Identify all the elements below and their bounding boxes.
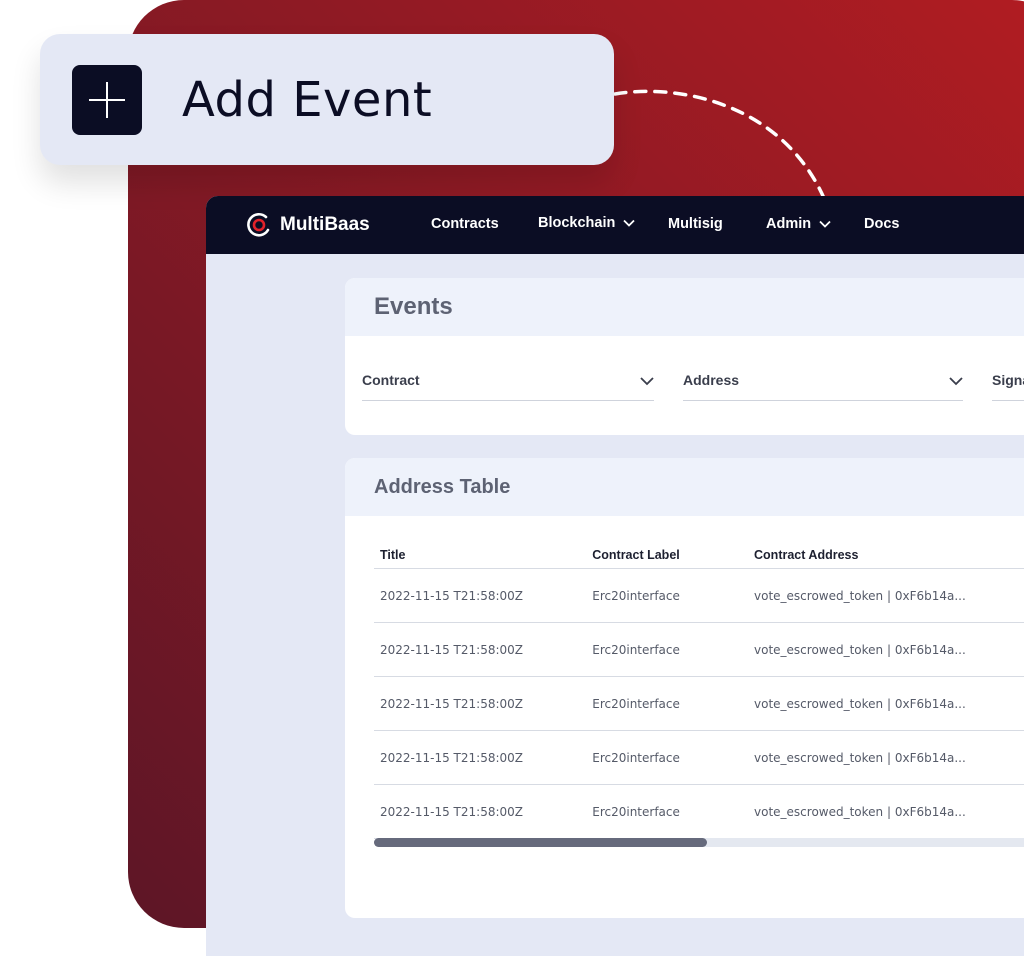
row-title: 2022-11-15 T21:58:00Z bbox=[374, 622, 587, 677]
row-contract-label: Erc20interface bbox=[586, 730, 749, 785]
column-header-title[interactable]: Title bbox=[374, 534, 587, 569]
app-window: MultiBaas Contracts Blockchain Multisig … bbox=[206, 196, 1024, 956]
contract-select[interactable]: Contract bbox=[362, 368, 654, 401]
chevron-down-icon bbox=[623, 219, 635, 227]
plus-icon[interactable] bbox=[72, 64, 142, 135]
brand-name: MultiBaas bbox=[280, 214, 370, 235]
address-select[interactable]: Address bbox=[683, 368, 963, 401]
address-table: Title Contract Label Contract Address 20… bbox=[374, 534, 1024, 839]
row-contract-address: vote_escrowed_token | 0xF6b14a... bbox=[748, 784, 1024, 839]
row-contract-label: Erc20interface bbox=[586, 568, 749, 623]
chevron-down-icon bbox=[640, 377, 654, 386]
chevron-down-icon bbox=[819, 220, 831, 228]
row-title: 2022-11-15 T21:58:00Z bbox=[374, 784, 587, 839]
signature-select[interactable]: Signa bbox=[992, 368, 1024, 401]
nav-admin-label: Admin bbox=[766, 216, 812, 232]
events-title: Events bbox=[345, 278, 1024, 336]
row-contract-address: vote_escrowed_token | 0xF6b14a... bbox=[748, 568, 1024, 623]
top-nav: MultiBaas Contracts Blockchain Multisig … bbox=[206, 196, 1024, 254]
row-contract-label: Erc20interface bbox=[586, 676, 749, 731]
brand-logo[interactable]: MultiBaas bbox=[246, 212, 370, 238]
add-event-label: Add Event bbox=[182, 71, 433, 128]
row-contract-address: vote_escrowed_token | 0xF6b14a... bbox=[748, 730, 1024, 785]
address-table-title: Address Table bbox=[345, 458, 1024, 516]
nav-contracts-label: Contracts bbox=[431, 216, 499, 232]
row-contract-address: vote_escrowed_token | 0xF6b14a... bbox=[748, 676, 1024, 731]
nav-admin[interactable]: Admin bbox=[766, 216, 831, 232]
contract-select-label: Contract bbox=[362, 372, 420, 388]
horizontal-scrollbar[interactable] bbox=[374, 838, 1024, 847]
row-contract-address: vote_escrowed_token | 0xF6b14a... bbox=[748, 622, 1024, 677]
signature-select-label: Signa bbox=[992, 372, 1024, 388]
multibaas-logo-icon bbox=[247, 212, 270, 237]
column-header-contract-address[interactable]: Contract Address bbox=[748, 534, 1024, 569]
row-title: 2022-11-15 T21:58:00Z bbox=[374, 676, 587, 731]
nav-contracts[interactable]: Contracts bbox=[431, 216, 499, 232]
table-row[interactable]: 2022-11-15 T21:58:00Z Erc20interface vot… bbox=[374, 676, 1024, 731]
row-contract-label: Erc20interface bbox=[586, 784, 749, 839]
nav-docs-label: Docs bbox=[864, 216, 900, 232]
events-panel: Events Contract Address Signa bbox=[345, 278, 1024, 435]
scrollbar-thumb[interactable] bbox=[374, 838, 707, 847]
row-title: 2022-11-15 T21:58:00Z bbox=[374, 730, 587, 785]
table-row[interactable]: 2022-11-15 T21:58:00Z Erc20interface vot… bbox=[374, 622, 1024, 677]
address-select-label: Address bbox=[683, 372, 740, 388]
nav-blockchain-label: Blockchain bbox=[538, 215, 616, 231]
nav-blockchain[interactable]: Blockchain bbox=[538, 215, 635, 231]
table-row[interactable]: 2022-11-15 T21:58:00Z Erc20interface vot… bbox=[374, 784, 1024, 839]
nav-multisig[interactable]: Multisig bbox=[668, 216, 723, 232]
row-contract-label: Erc20interface bbox=[586, 622, 749, 677]
nav-docs[interactable]: Docs bbox=[864, 216, 899, 232]
add-event-card[interactable]: Add Event bbox=[40, 34, 614, 165]
chevron-down-icon bbox=[949, 377, 963, 386]
table-header-row: Title Contract Label Contract Address bbox=[374, 534, 1024, 569]
address-table-panel: Address Table Title Contract Label Contr… bbox=[345, 458, 1024, 918]
column-header-contract-label[interactable]: Contract Label bbox=[586, 534, 749, 569]
row-title: 2022-11-15 T21:58:00Z bbox=[374, 568, 587, 623]
table-row[interactable]: 2022-11-15 T21:58:00Z Erc20interface vot… bbox=[374, 568, 1024, 623]
table-row[interactable]: 2022-11-15 T21:58:00Z Erc20interface vot… bbox=[374, 730, 1024, 785]
nav-multisig-label: Multisig bbox=[668, 216, 723, 232]
